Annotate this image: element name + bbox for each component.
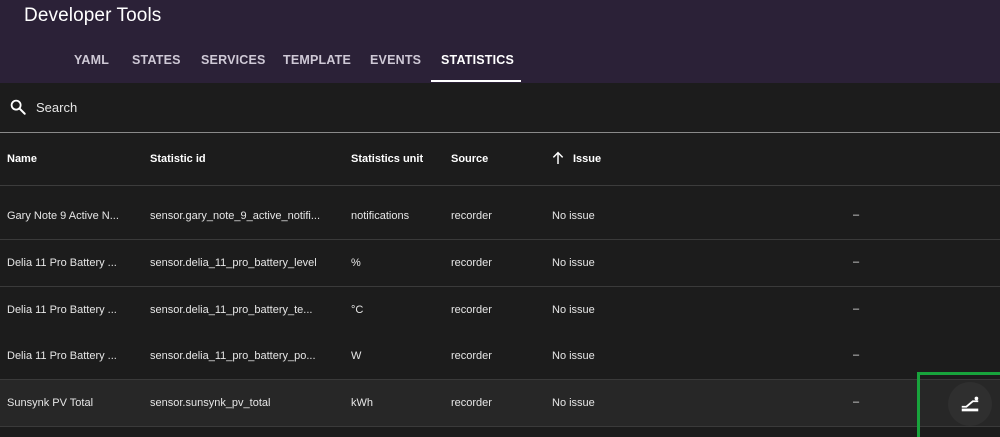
cell-unit: %: [351, 257, 361, 269]
cell-source: recorder: [451, 304, 492, 316]
cell-name: Gary Note 9 Active N...: [7, 210, 119, 222]
cell-statistic-id: sensor.delia_11_pro_battery_po...: [150, 350, 316, 362]
arrow-up-icon[interactable]: [550, 150, 566, 166]
column-header-issue[interactable]: Issue: [573, 153, 601, 165]
cell-source: recorder: [451, 397, 492, 409]
cell-source: recorder: [451, 350, 492, 362]
table-row[interactable]: Sunsynk PV Total sensor.sunsynk_pv_total…: [0, 380, 1000, 427]
cell-name: Delia 11 Pro Battery ...: [7, 304, 117, 316]
adjust-sum-button[interactable]: [948, 382, 992, 426]
search-input[interactable]: Search: [36, 100, 77, 115]
column-header-unit[interactable]: Statistics unit: [351, 153, 423, 165]
table-row[interactable]: Delia 11 Pro Battery ... sensor.delia_11…: [0, 333, 1000, 380]
table-row[interactable]: Gary Note 9 Active N... sensor.gary_note…: [0, 193, 1000, 240]
cell-issue: No issue: [552, 210, 595, 222]
cell-source: recorder: [451, 210, 492, 222]
tab-yaml[interactable]: YAML: [74, 40, 109, 83]
cell-unit: notifications: [351, 210, 410, 222]
active-tab-indicator: [431, 80, 521, 82]
search-icon: [10, 99, 26, 115]
tab-template[interactable]: TEMPLATE: [283, 40, 351, 83]
column-header-statistic-id[interactable]: Statistic id: [150, 153, 206, 165]
cell-unit: W: [351, 350, 362, 362]
cell-unit: °C: [351, 304, 364, 316]
column-header-name[interactable]: Name: [7, 153, 37, 165]
column-header-source[interactable]: Source: [451, 153, 488, 165]
cell-unit: kWh: [351, 397, 373, 409]
cell-name: Delia 11 Pro Battery ...: [7, 350, 117, 362]
cell-issue: No issue: [552, 257, 595, 269]
tab-statistics[interactable]: STATISTICS: [441, 40, 514, 83]
cell-statistic-id: sensor.gary_note_9_active_notifi...: [150, 210, 321, 222]
tab-services[interactable]: SERVICES: [201, 40, 266, 83]
cell-issue: No issue: [552, 397, 595, 409]
table-header: Name Statistic id Statistics unit Source…: [0, 134, 1000, 186]
cell-name: Delia 11 Pro Battery ...: [7, 257, 117, 269]
cell-action: –: [853, 209, 860, 221]
cell-statistic-id: sensor.sunsynk_pv_total: [150, 397, 271, 409]
cell-issue: No issue: [552, 350, 595, 362]
tab-states[interactable]: STATES: [132, 40, 181, 83]
cell-source: recorder: [451, 257, 492, 269]
adjust-sum-icon: [961, 396, 979, 412]
cell-action: –: [853, 349, 860, 361]
cell-action: –: [853, 303, 860, 315]
cell-action: –: [853, 396, 860, 408]
cell-statistic-id: sensor.delia_11_pro_battery_level: [150, 257, 317, 269]
tab-events[interactable]: EVENTS: [370, 40, 421, 83]
cell-action: –: [853, 256, 860, 268]
page-title: Developer Tools: [24, 5, 162, 26]
cell-issue: No issue: [552, 304, 595, 316]
table-row[interactable]: Delia 11 Pro Battery ... sensor.delia_11…: [0, 240, 1000, 287]
app-header: Developer Tools YAML STATES SERVICES TEM…: [0, 0, 1000, 83]
table-row[interactable]: Delia 11 Pro Battery ... sensor.delia_11…: [0, 287, 1000, 334]
cell-name: Sunsynk PV Total: [7, 397, 94, 409]
search-bar[interactable]: Search: [0, 83, 1000, 133]
tab-bar: YAML STATES SERVICES TEMPLATE EVENTS STA…: [0, 40, 1000, 83]
cell-statistic-id: sensor.delia_11_pro_battery_te...: [150, 304, 313, 316]
